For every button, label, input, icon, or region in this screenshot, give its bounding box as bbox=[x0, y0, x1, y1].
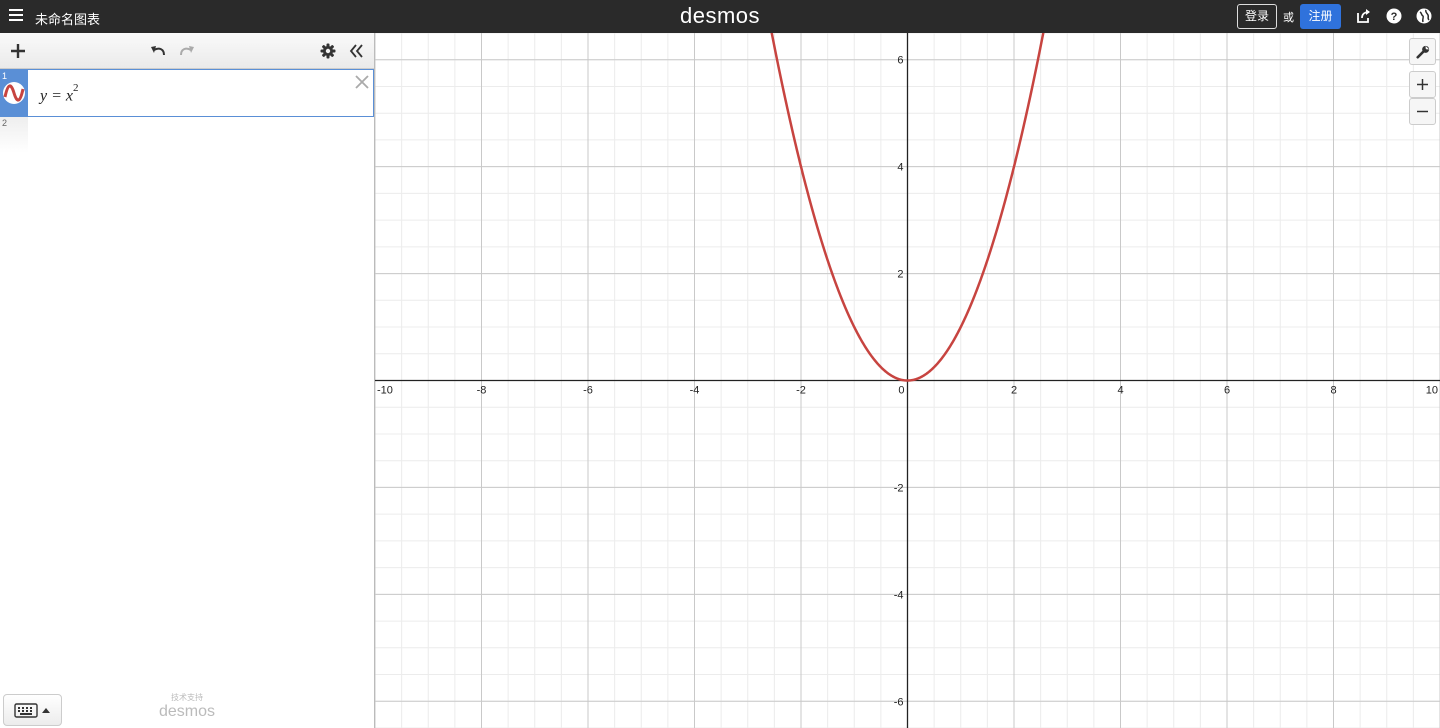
curve-visibility-toggle-icon[interactable] bbox=[2, 81, 26, 105]
settings-gear-icon[interactable] bbox=[320, 43, 336, 59]
expression-row[interactable]: 1 y = x2 bbox=[0, 69, 374, 117]
expression-input[interactable]: y = x2 bbox=[40, 82, 79, 105]
keyboard-toggle-button[interactable] bbox=[3, 694, 62, 726]
top-bar: 未命名图表 desmos 登录 或 注册 ? bbox=[0, 0, 1440, 33]
expression-index-tab[interactable]: 2 bbox=[0, 117, 28, 153]
x-tick-label: 10 bbox=[1426, 385, 1438, 397]
graph-canvas[interactable]: -10 -8 -6 -4 -2 0 2 4 6 8 10 6 4 2 -2 -4 -6 bbox=[374, 0, 1440, 728]
y-tick-label: 4 bbox=[897, 162, 903, 174]
powered-by-desmos[interactable]: 技术支持 desmos bbox=[157, 693, 217, 721]
minus-icon bbox=[1417, 110, 1428, 113]
language-globe-icon[interactable] bbox=[1416, 8, 1432, 24]
graph-title[interactable]: 未命名图表 bbox=[35, 9, 100, 28]
expression-number: 1 bbox=[2, 71, 8, 81]
x-tick-label: -4 bbox=[690, 385, 700, 397]
x-tick-label: 4 bbox=[1117, 385, 1123, 397]
expression-number: 2 bbox=[2, 118, 8, 128]
add-icon[interactable] bbox=[10, 43, 26, 59]
expression-list-panel: 1 y = x2 2 技术支持 desmos bbox=[0, 33, 375, 728]
expression-exponent: 2 bbox=[73, 82, 79, 94]
hamburger-menu-icon[interactable] bbox=[9, 9, 23, 23]
y-tick-label: 6 bbox=[897, 55, 903, 67]
y-tick-label: -6 bbox=[894, 696, 904, 708]
wrench-icon bbox=[1415, 45, 1429, 59]
graph-svg[interactable]: -10 -8 -6 -4 -2 0 2 4 6 8 10 6 4 2 -2 -4 -6 bbox=[374, 0, 1440, 728]
graph-settings-button[interactable] bbox=[1409, 38, 1436, 65]
undo-icon[interactable] bbox=[150, 43, 166, 59]
x-tick-label: -8 bbox=[477, 385, 487, 397]
x-tick-label: 2 bbox=[1011, 385, 1017, 397]
y-tick-label: -4 bbox=[894, 589, 904, 601]
plus-icon bbox=[1417, 79, 1428, 90]
expression-text: y = x bbox=[40, 87, 73, 105]
zoom-out-button[interactable] bbox=[1409, 98, 1436, 125]
share-icon[interactable] bbox=[1356, 8, 1372, 24]
signup-button[interactable]: 注册 bbox=[1300, 4, 1341, 29]
delete-expression-icon[interactable] bbox=[354, 74, 370, 90]
expression-row-empty[interactable]: 2 bbox=[0, 117, 374, 153]
powered-by-label: 技术支持 bbox=[171, 693, 203, 702]
brand-logo: desmos bbox=[679, 3, 761, 28]
redo-icon[interactable] bbox=[179, 43, 195, 59]
x-tick-label: -10 bbox=[377, 385, 393, 397]
keyboard-icon bbox=[14, 703, 50, 718]
y-tick-label: 2 bbox=[897, 269, 903, 281]
y-tick-label: -2 bbox=[894, 482, 904, 494]
powered-by-brand: desmos bbox=[158, 703, 216, 720]
desmos-app: 未命名图表 desmos 登录 或 注册 ? 1 y = x2 2 技术支持 d… bbox=[0, 0, 1440, 728]
expression-index-tab[interactable]: 1 bbox=[0, 70, 28, 116]
x-tick-label: -6 bbox=[583, 385, 593, 397]
x-tick-label: 6 bbox=[1224, 385, 1230, 397]
or-separator: 或 bbox=[1283, 12, 1294, 24]
x-tick-label: -2 bbox=[796, 385, 806, 397]
svg-text:?: ? bbox=[1391, 11, 1398, 23]
login-button[interactable]: 登录 bbox=[1237, 4, 1277, 29]
collapse-panel-icon[interactable] bbox=[348, 43, 364, 59]
zoom-in-button[interactable] bbox=[1409, 71, 1436, 98]
x-tick-label: 8 bbox=[1330, 385, 1336, 397]
help-icon[interactable]: ? bbox=[1386, 8, 1402, 24]
expression-toolbar bbox=[0, 33, 374, 69]
x-tick-label: 0 bbox=[898, 385, 904, 397]
